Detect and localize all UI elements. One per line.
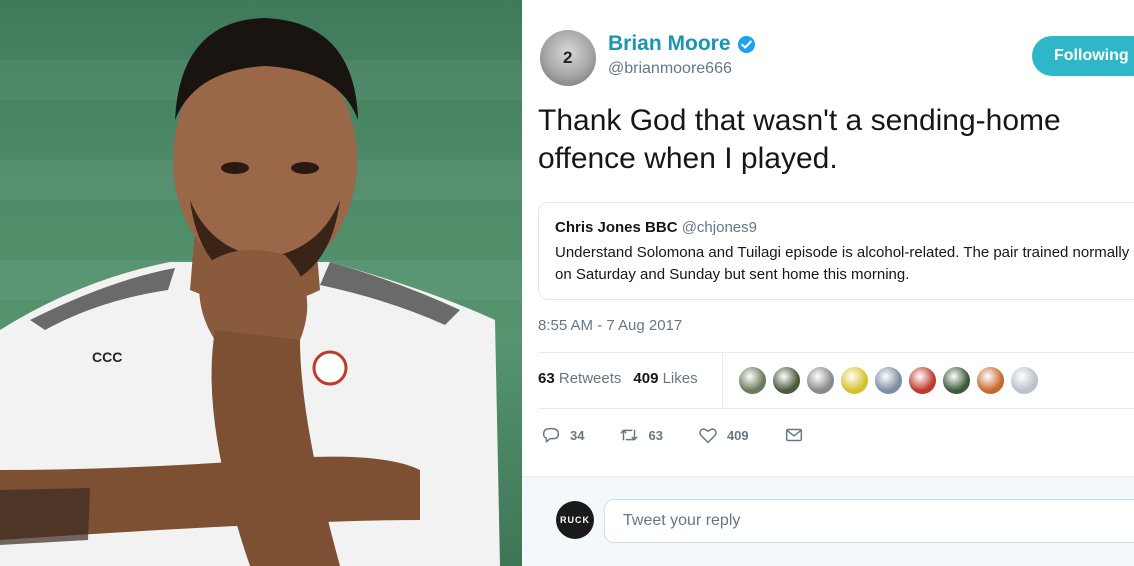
divider [538,408,1134,409]
retweet-action[interactable]: 63 [618,424,663,446]
quoted-tweet-header: Chris Jones BBC @chjones9 [555,219,1134,236]
reply-user-avatar[interactable]: RUCK [556,501,594,539]
likes-stat[interactable]: 409 Likes [633,370,697,387]
verified-badge-icon [737,35,755,53]
retweets-stat[interactable]: 63 Retweets [538,370,621,387]
reply-count: 34 [570,427,585,443]
retweet-count: 63 [648,427,663,443]
liker-avatars [738,366,1039,395]
retweets-count: 63 [538,370,555,387]
divider [722,352,723,408]
liker-avatar[interactable] [976,366,1005,395]
player-photo: CCC [0,0,522,566]
reply-input[interactable] [604,499,1134,543]
reply-icon [542,427,560,443]
liker-avatar[interactable] [840,366,869,395]
liker-avatar[interactable] [942,366,971,395]
envelope-icon [785,428,802,442]
avatar-number: 2 [563,48,573,67]
like-count: 409 [726,427,749,443]
like-action[interactable]: 409 [697,424,749,446]
reply-action[interactable]: 34 [540,424,584,446]
liker-avatar[interactable] [1010,366,1039,395]
likes-count: 409 [633,370,659,387]
engagement-stats: 63 Retweets 409 Likes [538,370,698,387]
following-button[interactable]: Following [1032,36,1134,76]
reply-bar: RUCK [522,476,1134,566]
message-action[interactable] [783,424,805,446]
liker-avatar[interactable] [772,366,801,395]
liker-avatar[interactable] [738,366,767,395]
quoted-author-handle: @chjones9 [681,219,757,236]
heart-icon [699,428,717,444]
author-avatar[interactable]: 2 [540,30,596,86]
author-handle[interactable]: @brianmoore666 [608,60,732,78]
liker-avatar[interactable] [874,366,903,395]
quoted-tweet[interactable]: Chris Jones BBC @chjones9 Understand Sol… [538,202,1134,300]
svg-text:CCC: CCC [92,349,122,365]
rugby-player-illustration: CCC [0,18,500,566]
quoted-tweet-text: Understand Solomona and Tuilagi episode … [555,244,1130,283]
tweet-card: 2 Brian Moore @brianmoore666 Following T… [522,0,1134,566]
author-name-row: Brian Moore [608,32,756,56]
tweet-actions: 34 63 409 [540,424,839,446]
author-name[interactable]: Brian Moore [608,32,731,56]
retweet-icon [620,429,638,441]
liker-avatar[interactable] [908,366,937,395]
quoted-author-name: Chris Jones BBC [555,219,678,236]
liker-avatar[interactable] [806,366,835,395]
divider [538,352,1134,353]
tweet-text: Thank God that wasn't a sending-home off… [538,104,1061,175]
tweet-timestamp[interactable]: 8:55 AM - 7 Aug 2017 [538,317,682,334]
likes-label: Likes [662,370,698,387]
retweets-label: Retweets [558,370,622,387]
